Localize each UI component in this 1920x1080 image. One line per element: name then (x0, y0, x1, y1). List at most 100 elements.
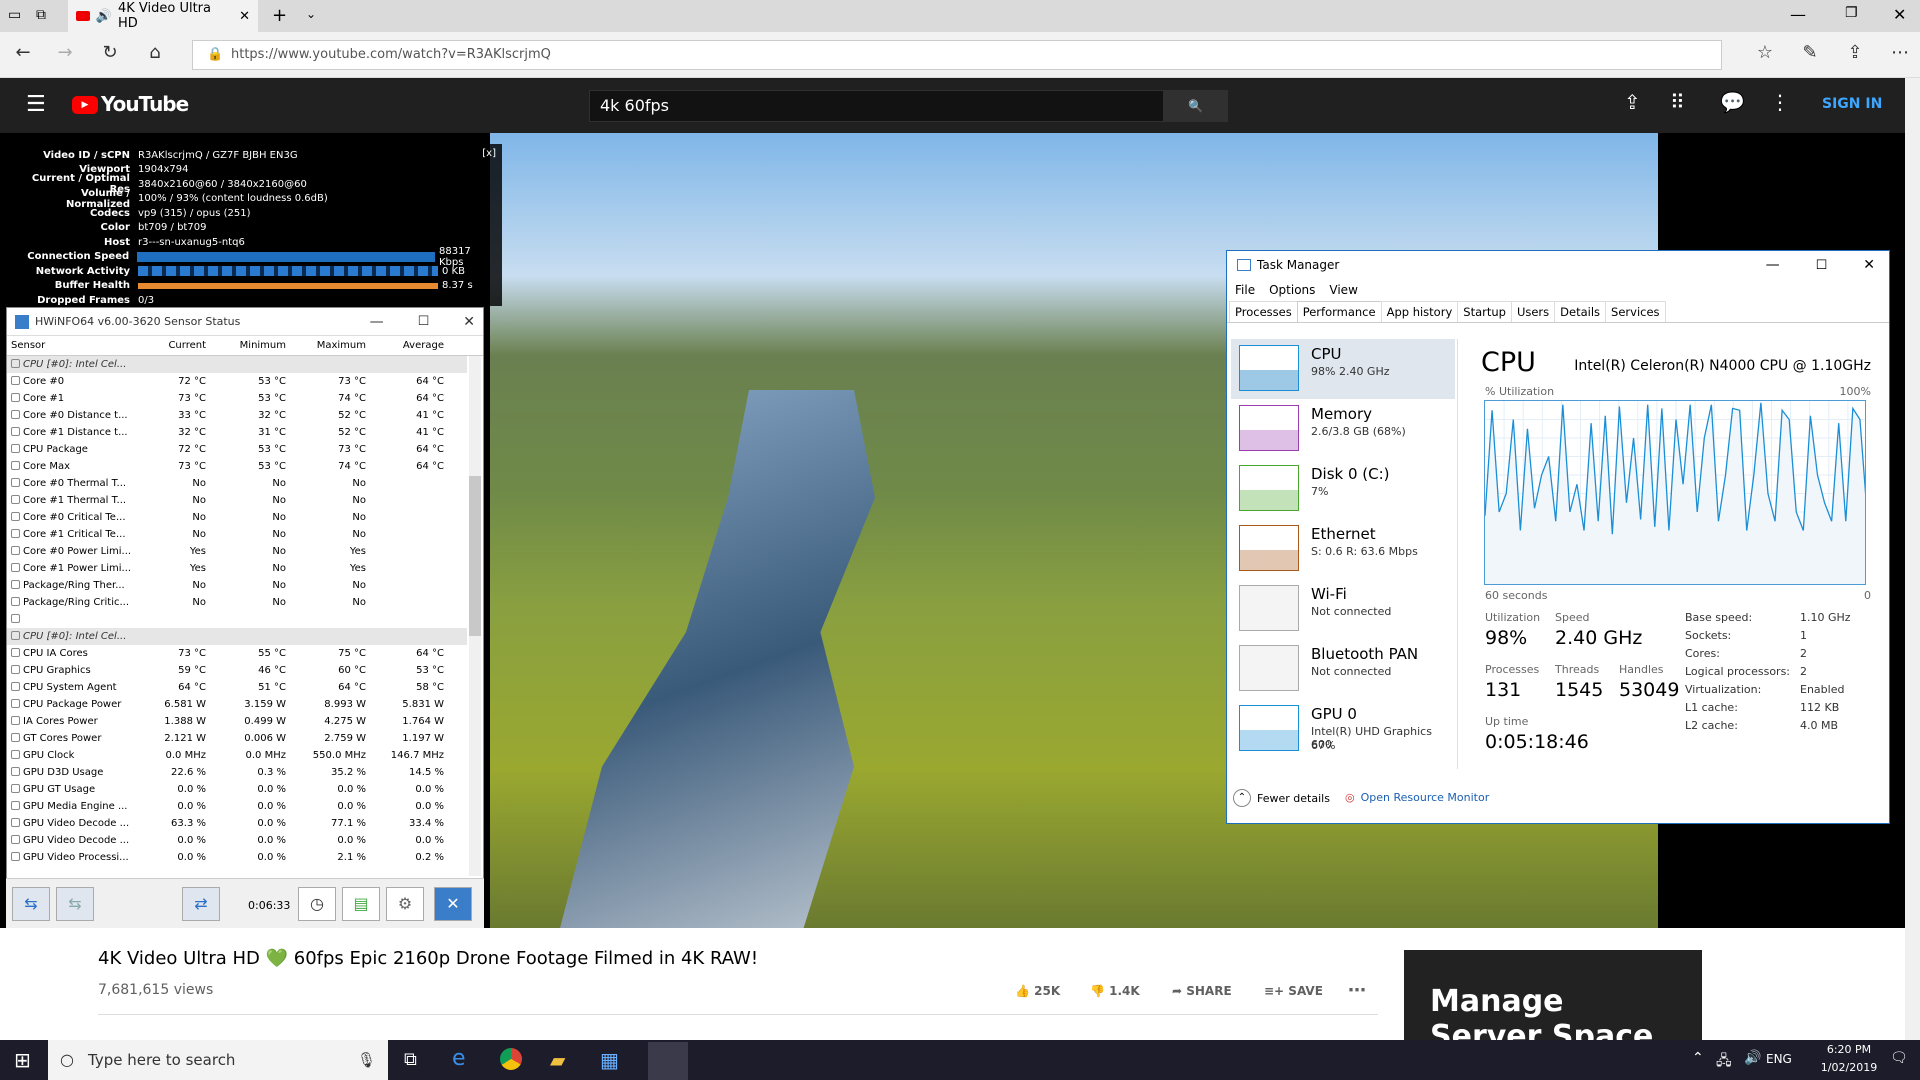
nav-arrows-alt-button[interactable]: ⇆ (56, 887, 94, 921)
hwinfo-scrollbar[interactable] (469, 356, 481, 876)
notifications-icon[interactable]: 🗨 (1890, 1050, 1908, 1066)
sensor-row[interactable]: Package/Ring Ther... No No No (7, 577, 467, 594)
sensor-row[interactable]: GPU GT Usage 0.0 % 0.0 % 0.0 % 0.0 % (7, 781, 467, 798)
sensor-row[interactable]: Core #1 Thermal T... No No No (7, 492, 467, 509)
tab-aside-icon[interactable]: ⧉ (36, 7, 46, 23)
more-actions-icon[interactable]: ⋯ (1348, 980, 1366, 1001)
sensor-row[interactable]: Core #1 73 °C 53 °C 74 °C 64 °C (7, 390, 467, 407)
close-tab-icon[interactable]: ✕ (239, 9, 250, 24)
microphone-icon[interactable]: 🎙 (357, 1040, 376, 1080)
tab-performance[interactable]: Performance (1296, 301, 1382, 322)
clock-time[interactable]: 6:20 PM (1814, 1043, 1884, 1056)
col-header[interactable]: Current (132, 340, 212, 351)
sensor-row[interactable]: Core #0 72 °C 53 °C 73 °C 64 °C (7, 373, 467, 390)
gear-icon[interactable]: ⚙ (386, 887, 424, 921)
log-icon[interactable]: ▤ (342, 887, 380, 921)
close-icon[interactable]: ✕ (463, 314, 475, 330)
tab-app-history[interactable]: App history (1380, 301, 1459, 322)
minimize-icon[interactable]: — (370, 314, 384, 330)
more-icon[interactable]: ⋯ (1885, 42, 1915, 63)
nav-arrows-button[interactable]: ⇆ (12, 887, 50, 921)
language-indicator[interactable]: ENG (1766, 1052, 1792, 1066)
sensor-row[interactable]: Core Max 73 °C 53 °C 74 °C 64 °C (7, 458, 467, 475)
task-view-icon[interactable]: ⧉ (404, 1049, 417, 1070)
share-icon[interactable]: ⇪ (1840, 42, 1870, 63)
sensor-group-row[interactable]: CPU [#0]: Intel Cel... (7, 628, 467, 645)
edge-icon[interactable]: e (452, 1046, 466, 1071)
col-header[interactable]: Minimum (212, 340, 292, 351)
browser-tab[interactable]: 🔊 4K Video Ultra HD ✕ (68, 0, 258, 32)
sensor-row[interactable]: CPU IA Cores 73 °C 55 °C 75 °C 64 °C (7, 645, 467, 662)
sensor-row[interactable]: Core #0 Power Limi... Yes No Yes (7, 543, 467, 560)
chrome-icon[interactable] (500, 1048, 522, 1070)
pen-icon[interactable]: ✎ (1795, 42, 1825, 63)
search-input[interactable]: 4k 60fps (589, 90, 1164, 122)
resource-item-cpu[interactable]: CPU 98% 2.40 GHz (1231, 339, 1455, 399)
sensor-row[interactable]: Core #0 Critical Te... No No No (7, 509, 467, 526)
new-tab-icon[interactable]: + (272, 5, 287, 26)
sensor-row[interactable]: IA Cores Power 1.388 W 0.499 W 4.275 W 1.764… (7, 713, 467, 730)
minimize-icon[interactable]: — (1790, 5, 1806, 24)
sensor-row[interactable]: Core #1 Critical Te... No No No (7, 526, 467, 543)
close-window-icon[interactable]: ✕ (1893, 5, 1906, 24)
upload-icon[interactable]: ⇪ (1624, 90, 1641, 114)
tab-details[interactable]: Details (1554, 301, 1607, 322)
col-header[interactable]: Average (372, 340, 450, 351)
restore-icon[interactable]: ❐ (1845, 5, 1858, 21)
stats-close-button[interactable]: [x] (482, 148, 496, 159)
open-resource-monitor-link[interactable]: ◎ Open Resource Monitor (1345, 791, 1489, 804)
sensor-row[interactable]: GPU Video Processi... 0.0 % 0.0 % 2.1 % 0.2 … (7, 849, 467, 866)
sensor-row[interactable]: Core #0 Distance t... 33 °C 32 °C 52 °C 41 °… (7, 407, 467, 424)
sensor-row[interactable]: Core #1 Power Limi... Yes No Yes (7, 560, 467, 577)
maximize-icon[interactable]: ☐ (1816, 258, 1828, 273)
sensor-row[interactable]: CPU Package Power 6.581 W 3.159 W 8.993 W 5.… (7, 696, 467, 713)
favorites-hub-icon[interactable]: ☆ (1750, 42, 1780, 63)
sensor-row[interactable]: CPU Package 72 °C 53 °C 73 °C 64 °C (7, 441, 467, 458)
share-button[interactable]: ➦ SHARE (1172, 984, 1232, 998)
tab-users[interactable]: Users (1510, 301, 1556, 322)
tab-processes[interactable]: Processes (1229, 301, 1298, 322)
clock-date[interactable]: 1/02/2019 (1814, 1061, 1884, 1074)
messages-icon[interactable]: 💬 (1720, 90, 1745, 114)
task-manager-taskbar-icon[interactable] (648, 1042, 688, 1080)
sensor-row[interactable]: GPU D3D Usage 22.6 % 0.3 % 35.2 % 14.5 % (7, 764, 467, 781)
tab-startup[interactable]: Startup (1457, 301, 1512, 322)
resource-item-disk-0-c-[interactable]: Disk 0 (C:) 7% (1231, 459, 1455, 519)
menu-icon[interactable]: ☰ (26, 92, 46, 117)
clock-icon[interactable]: ◷ (298, 887, 336, 921)
sensor-row[interactable] (7, 611, 467, 628)
file-explorer-icon[interactable]: ▰ (550, 1048, 565, 1072)
sensor-row[interactable]: CPU System Agent 64 °C 51 °C 64 °C 58 °C (7, 679, 467, 696)
sensor-row[interactable]: GPU Video Decode ... 0.0 % 0.0 % 0.0 % 0.0 % (7, 832, 467, 849)
volume-icon[interactable]: 🔊 (1744, 1050, 1761, 1066)
sensor-row[interactable]: Core #0 Thermal T... No No No (7, 475, 467, 492)
menu-options[interactable]: Options (1269, 283, 1315, 297)
reset-button[interactable]: ⇄ (182, 887, 220, 921)
sensor-row[interactable]: GPU Clock 0.0 MHz 0.0 MHz 550.0 MHz 146.7 MH… (7, 747, 467, 764)
sign-in-button[interactable]: SIGN IN (1822, 96, 1882, 112)
minimize-icon[interactable]: — (1766, 257, 1780, 273)
tray-chevron-icon[interactable]: ⌃ (1692, 1050, 1704, 1066)
sensor-row[interactable]: Package/Ring Critic... No No No (7, 594, 467, 611)
resource-item-wi-fi[interactable]: Wi-Fi Not connected (1231, 579, 1455, 639)
ad-banner[interactable]: Manage Server Space (1404, 950, 1702, 1040)
page-scrollbar[interactable] (1905, 78, 1920, 1040)
resource-item-memory[interactable]: Memory 2.6/3.8 GB (68%) (1231, 399, 1455, 459)
tab-services[interactable]: Services (1605, 301, 1666, 322)
menu-view[interactable]: View (1329, 283, 1357, 297)
like-button[interactable]: 👍 25K (1015, 984, 1060, 998)
taskbar-search[interactable]: ○ Type here to search 🎙 (48, 1040, 388, 1080)
search-button[interactable]: 🔍 (1163, 90, 1228, 122)
apps-grid-icon[interactable]: ⠿ (1670, 90, 1685, 114)
fewer-details-button[interactable]: ⌃ Fewer details (1233, 789, 1330, 807)
refresh-icon[interactable]: ↻ (95, 42, 125, 63)
url-field[interactable]: 🔒 https://www.youtube.com/watch?v=R3AKls… (192, 40, 1722, 70)
sensor-row[interactable]: GT Cores Power 2.121 W 0.006 W 2.759 W 1.197… (7, 730, 467, 747)
network-icon[interactable]: 🖧 (1716, 1050, 1732, 1074)
settings-dots-icon[interactable]: ⋮ (1770, 90, 1790, 114)
chevron-down-icon[interactable]: ⌄ (306, 7, 316, 21)
hwinfo-taskbar-icon[interactable]: ▦ (600, 1048, 619, 1072)
windows-start-icon[interactable]: ⊞ (14, 1048, 31, 1072)
col-header[interactable]: Sensor (7, 340, 132, 351)
sensor-row[interactable]: GPU Video Decode ... 63.3 % 0.0 % 77.1 % 33.… (7, 815, 467, 832)
